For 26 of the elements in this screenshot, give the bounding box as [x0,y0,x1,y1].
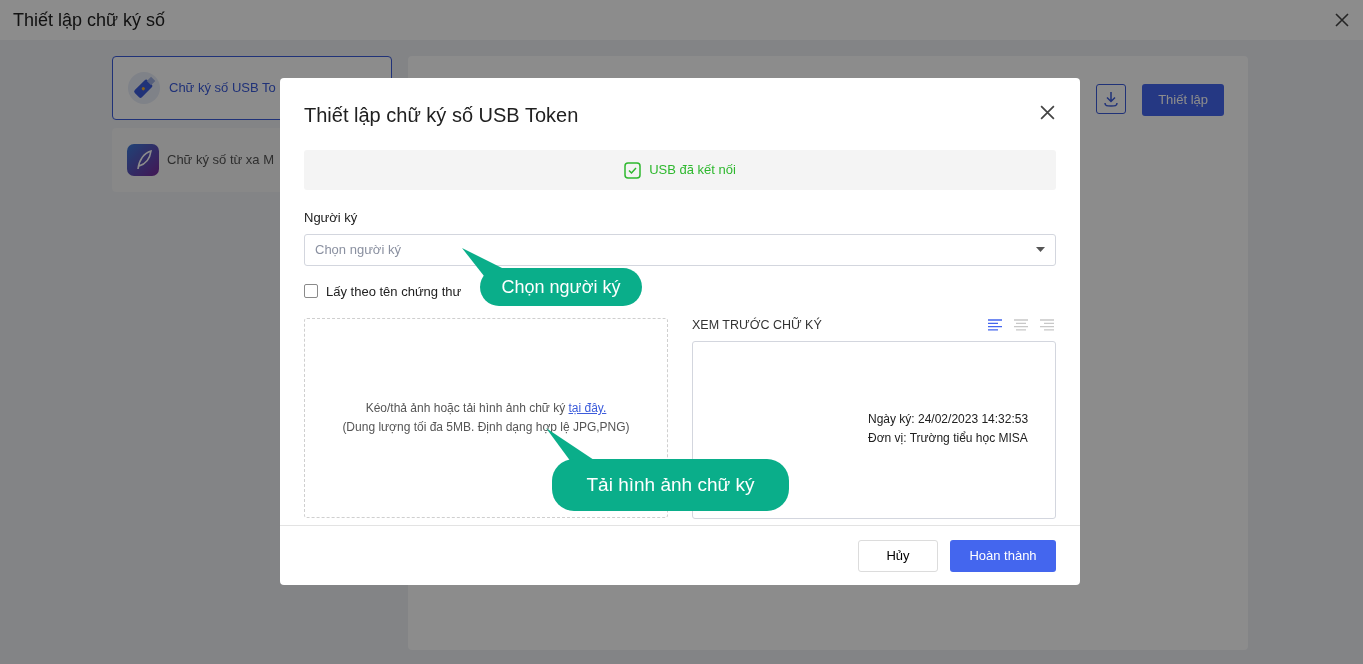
close-icon[interactable] [1334,12,1350,28]
status-text: USB đã kết nối [649,161,736,180]
usb-stick-icon [127,71,161,105]
download-icon [1102,90,1121,108]
checkbox[interactable] [304,284,318,299]
field-label: Người ký [304,209,359,227]
close-button[interactable] [1039,104,1056,121]
upload-link[interactable]: tại đây. [568,401,607,415]
check-icon [624,161,642,179]
feather-app-icon [127,144,159,176]
setup-button[interactable]: Thiết lập [1142,84,1224,116]
download-button[interactable] [1096,84,1127,114]
window-title: Thiết lập chữ ký số [13,8,166,32]
cancel-button[interactable]: Hủy [858,539,938,572]
align-left-icon[interactable] [986,317,1004,334]
finish-button[interactable]: Hoàn thành [950,539,1056,572]
method-label: Chữ ký số từ xa M [167,151,274,170]
method-label: Chữ ký số USB To [169,79,276,98]
upload-instructions: Kéo/thả ảnh hoặc tải hình ảnh chữ ký tại đây. [364,400,608,417]
signature-line: Ngày ký: 24/02/2023 14:32:53 [868,410,1030,428]
preview-title: XEM TRƯỚC CHỮ KÝ [692,316,822,334]
signer-select[interactable]: Chọn người ký [304,233,1056,266]
checkbox-label: Lấy theo tên chứng thư [326,282,462,301]
caret-icon [1036,246,1045,253]
signature-line: Đơn vị: Trường tiểu học MISA [868,429,1029,447]
upload-note: (Dung lượng tối đa 5MB. Định dạng hợp lệ JPG,PNG) [341,419,631,436]
